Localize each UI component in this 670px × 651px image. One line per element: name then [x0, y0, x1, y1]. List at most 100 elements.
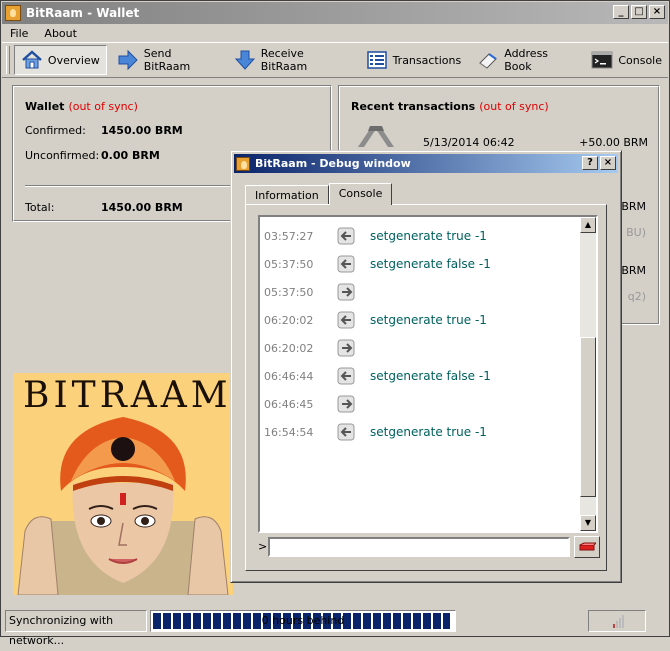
- console-command: setgenerate false -1: [370, 369, 491, 383]
- tx-date: 5/13/2014 06:42: [423, 136, 515, 149]
- home-icon: [21, 49, 43, 71]
- transactions-label: Transactions: [392, 53, 462, 67]
- list-icon: [366, 49, 388, 71]
- receive-bitraam-tab[interactable]: Receive BitRaam: [228, 45, 356, 75]
- command-in-icon: [336, 255, 358, 273]
- wallet-sync-warning: (out of sync): [68, 100, 138, 113]
- sync-progress-label: 0 hours behind: [261, 614, 345, 627]
- tx-amount-partial: BRM: [621, 264, 646, 277]
- deity-illustration-icon: [13, 411, 233, 595]
- logo-text: BITRAAM: [23, 375, 232, 416]
- total-label: Total:: [25, 201, 55, 214]
- reply-out-icon: [336, 283, 358, 301]
- debug-close-button[interactable]: ×: [600, 156, 616, 170]
- console-timestamp: 03:57:27: [264, 229, 314, 243]
- window-title: BitRaam - Wallet: [26, 6, 140, 20]
- console-input[interactable]: [268, 537, 570, 557]
- recent-title: Recent transactions (out of sync): [351, 100, 549, 113]
- console-line: 05:37:50: [260, 281, 582, 303]
- toolbar-grip[interactable]: [6, 46, 10, 74]
- maximize-button[interactable]: □: [631, 5, 647, 19]
- console-timestamp: 06:20:02: [264, 313, 314, 327]
- console-line: 06:46:45: [260, 393, 582, 415]
- console-line: 06:20:02 setgenerate true -1: [260, 309, 582, 331]
- menu-about[interactable]: About: [36, 27, 85, 40]
- console-command: setgenerate true -1: [370, 425, 487, 439]
- console-timestamp: 16:54:54: [264, 425, 314, 439]
- command-in-icon: [336, 423, 358, 441]
- send-bitraam-label: Send BitRaam: [143, 47, 191, 73]
- console-tab-body: ▲ ▼ 03:57:27 setgenerate true -1 05:37:50 s…: [245, 204, 607, 571]
- unconfirmed-label: Unconfirmed:: [25, 149, 100, 162]
- recent-sync-warning: (out of sync): [479, 100, 549, 113]
- tab-console[interactable]: Console: [328, 183, 393, 205]
- console-label: Console: [618, 53, 662, 67]
- transactions-tab[interactable]: Transactions: [360, 45, 468, 75]
- console-timestamp: 06:46:44: [264, 369, 314, 383]
- reply-out-icon: [336, 339, 358, 357]
- confirmed-value: 1450.00 BRM: [101, 124, 183, 137]
- sync-progress-bar: 0 hours behind: [150, 610, 456, 632]
- debug-window-title: BitRaam - Debug window: [255, 157, 411, 170]
- sync-status-text: Synchronizing with network...: [5, 610, 147, 647]
- debug-title-bar[interactable]: BitRaam - Debug window ? ×: [234, 154, 618, 173]
- console-timestamp: 05:37:50: [264, 285, 314, 299]
- status-bar: Synchronizing with network... 0 hours be…: [2, 606, 668, 647]
- close-button[interactable]: ×: [649, 5, 665, 19]
- bitraam-app-icon: [5, 5, 21, 21]
- console-line: 06:46:44 setgenerate false -1: [260, 365, 582, 387]
- debug-tabs: Information Console: [245, 183, 393, 205]
- console-output[interactable]: ▲ ▼ 03:57:27 setgenerate true -1 05:37:50 s…: [258, 215, 598, 533]
- scroll-thumb[interactable]: [580, 337, 596, 497]
- bitraam-app-icon: [236, 156, 250, 171]
- debug-window: BitRaam - Debug window ? × Information C…: [230, 150, 622, 583]
- bitraam-logo: BITRAAM: [13, 373, 233, 595]
- confirmed-label: Confirmed:: [25, 124, 86, 137]
- menu-file[interactable]: File: [2, 27, 36, 40]
- console-line: 16:54:54 setgenerate true -1: [260, 421, 582, 443]
- unconfirmed-value: 0.00 BRM: [101, 149, 160, 162]
- signal-bars-icon: [613, 615, 624, 628]
- console-tab[interactable]: Console: [585, 45, 668, 75]
- console-line: 05:37:50 setgenerate false -1: [260, 253, 582, 275]
- wallet-title: Wallet (out of sync): [25, 100, 138, 113]
- console-command: setgenerate true -1: [370, 229, 487, 243]
- reply-out-icon: [336, 395, 358, 413]
- tx-amount-partial: BRM: [621, 200, 646, 213]
- tx-label-partial: BU): [626, 226, 646, 239]
- console-timestamp: 06:46:45: [264, 397, 314, 411]
- address-book-icon: [477, 49, 499, 71]
- main-toolbar: Overview Send BitRaam Receive BitRaam Tr…: [2, 42, 668, 78]
- total-value: 1450.00 BRM: [101, 201, 183, 214]
- console-timestamp: 06:20:02: [264, 341, 314, 355]
- console-scrollbar[interactable]: ▲ ▼: [580, 217, 596, 531]
- help-button[interactable]: ?: [582, 156, 598, 170]
- send-arrow-icon: [117, 49, 139, 71]
- scroll-down-button[interactable]: ▼: [580, 515, 596, 531]
- address-book-label: Address Book: [504, 47, 549, 73]
- receive-arrow-icon: [234, 49, 256, 71]
- console-line: 03:57:27 setgenerate true -1: [260, 225, 582, 247]
- console-command: setgenerate true -1: [370, 313, 487, 327]
- tab-information[interactable]: Information: [245, 185, 329, 205]
- address-book-tab[interactable]: Address Book: [471, 45, 581, 75]
- command-in-icon: [336, 227, 358, 245]
- scroll-up-button[interactable]: ▲: [580, 217, 596, 233]
- console-prompt: >: [258, 540, 268, 553]
- receive-bitraam-label: Receive BitRaam: [260, 47, 308, 73]
- overview-label: Overview: [47, 53, 100, 67]
- minimize-button[interactable]: _: [613, 5, 629, 19]
- eraser-icon: [579, 542, 596, 551]
- tx-amount: +50.00 BRM: [579, 136, 648, 149]
- tx-label-partial: q2): [627, 290, 646, 303]
- console-icon: [591, 49, 613, 71]
- send-bitraam-tab[interactable]: Send BitRaam: [111, 45, 224, 75]
- console-timestamp: 05:37:50: [264, 257, 314, 271]
- menu-bar: File About: [2, 24, 668, 42]
- command-in-icon: [336, 367, 358, 385]
- console-line: 06:20:02: [260, 337, 582, 359]
- command-in-icon: [336, 311, 358, 329]
- clear-console-button[interactable]: [574, 536, 600, 558]
- overview-tab[interactable]: Overview: [13, 45, 107, 75]
- title-bar[interactable]: BitRaam - Wallet _ □ ×: [2, 2, 668, 24]
